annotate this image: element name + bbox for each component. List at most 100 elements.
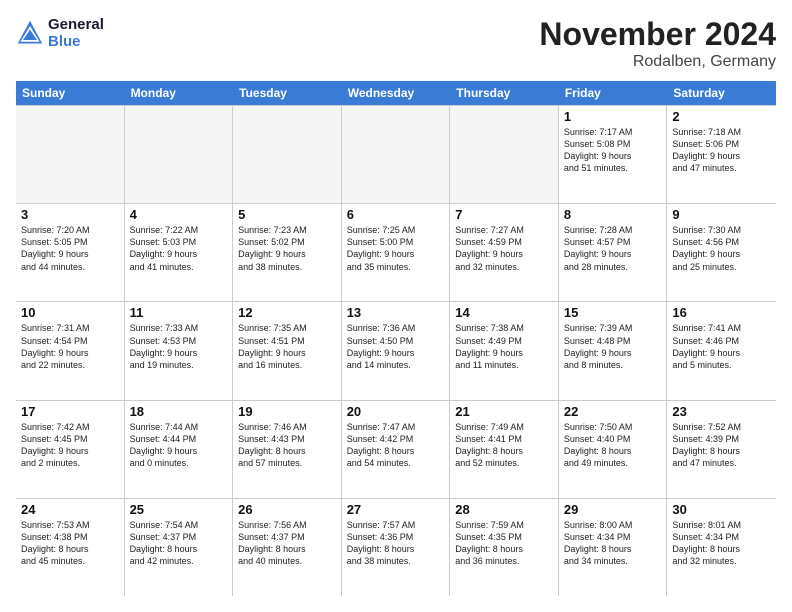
- logo-text: General Blue: [48, 16, 104, 50]
- day-number: 3: [21, 207, 119, 222]
- calendar-cell: 26Sunrise: 7:56 AM Sunset: 4:37 PM Dayli…: [233, 499, 342, 596]
- calendar-cell: 15 Sunrise: 7:39 AM Sunset: 4:48 PM Dayli…: [559, 302, 668, 399]
- calendar-cell: 7 Sunrise: 7:27 AM Sunset: 4:59 PM Daylig…: [450, 204, 559, 301]
- calendar-row: 10 Sunrise: 7:31 AM Sunset: 4:54 PM Dayli…: [16, 301, 776, 399]
- calendar-cell: 27Sunrise: 7:57 AM Sunset: 4:36 PM Dayli…: [342, 499, 451, 596]
- calendar-row: 24 Sunrise: 7:53 AM Sunset: 4:38 PM Dayli…: [16, 498, 776, 596]
- day-number: 23: [672, 404, 771, 419]
- calendar-cell: 20 Sunrise: 7:47 AM Sunset: 4:42 PM Dayli…: [342, 401, 451, 498]
- calendar-cell: 21Sunrise: 7:49 AM Sunset: 4:41 PM Dayli…: [450, 401, 559, 498]
- calendar-row: 17Sunrise: 7:42 AM Sunset: 4:45 PM Dayli…: [16, 400, 776, 498]
- weekday-header: Friday: [559, 81, 668, 105]
- month-title: November 2024: [539, 16, 776, 53]
- weekday-header: Thursday: [450, 81, 559, 105]
- header: General Blue November 2024 Rodalben, Ger…: [16, 16, 776, 71]
- day-info: Sunrise: 7:52 AM Sunset: 4:39 PM Dayligh…: [672, 421, 771, 470]
- day-number: 22: [564, 404, 662, 419]
- day-info: Sunrise: 7:36 AM Sunset: 4:50 PM Dayligh…: [347, 322, 445, 371]
- calendar-cell: 22 Sunrise: 7:50 AM Sunset: 4:40 PM Dayli…: [559, 401, 668, 498]
- calendar-cell: 4Sunrise: 7:22 AM Sunset: 5:03 PM Daylig…: [125, 204, 234, 301]
- day-number: 25: [130, 502, 228, 517]
- day-info: Sunrise: 7:50 AM Sunset: 4:40 PM Dayligh…: [564, 421, 662, 470]
- calendar-header: SundayMondayTuesdayWednesdayThursdayFrid…: [16, 81, 776, 105]
- day-number: 20: [347, 404, 445, 419]
- day-info: Sunrise: 7:39 AM Sunset: 4:48 PM Dayligh…: [564, 322, 662, 371]
- day-info: Sunrise: 8:00 AM Sunset: 4:34 PM Dayligh…: [564, 519, 662, 568]
- calendar-cell: 18Sunrise: 7:44 AM Sunset: 4:44 PM Dayli…: [125, 401, 234, 498]
- day-info: Sunrise: 7:44 AM Sunset: 4:44 PM Dayligh…: [130, 421, 228, 470]
- calendar-cell: 14Sunrise: 7:38 AM Sunset: 4:49 PM Dayli…: [450, 302, 559, 399]
- calendar-cell: 10 Sunrise: 7:31 AM Sunset: 4:54 PM Dayli…: [16, 302, 125, 399]
- calendar-cell: 6 Sunrise: 7:25 AM Sunset: 5:00 PM Daylig…: [342, 204, 451, 301]
- day-info: Sunrise: 7:35 AM Sunset: 4:51 PM Dayligh…: [238, 322, 336, 371]
- day-info: Sunrise: 7:17 AM Sunset: 5:08 PM Dayligh…: [564, 126, 662, 175]
- day-info: Sunrise: 8:01 AM Sunset: 4:34 PM Dayligh…: [672, 519, 771, 568]
- day-info: Sunrise: 7:30 AM Sunset: 4:56 PM Dayligh…: [672, 224, 771, 273]
- location: Rodalben, Germany: [539, 53, 776, 71]
- calendar-cell: 24 Sunrise: 7:53 AM Sunset: 4:38 PM Dayli…: [16, 499, 125, 596]
- weekday-header: Wednesday: [342, 81, 451, 105]
- day-info: Sunrise: 7:53 AM Sunset: 4:38 PM Dayligh…: [21, 519, 119, 568]
- day-number: 30: [672, 502, 771, 517]
- day-number: 10: [21, 305, 119, 320]
- logo: General Blue: [16, 16, 104, 50]
- calendar-cell: 12 Sunrise: 7:35 AM Sunset: 4:51 PM Dayli…: [233, 302, 342, 399]
- calendar-cell: 1 Sunrise: 7:17 AM Sunset: 5:08 PM Daylig…: [559, 106, 668, 203]
- calendar-cell: 29 Sunrise: 8:00 AM Sunset: 4:34 PM Dayli…: [559, 499, 668, 596]
- day-number: 27: [347, 502, 445, 517]
- day-info: Sunrise: 7:42 AM Sunset: 4:45 PM Dayligh…: [21, 421, 119, 470]
- day-info: Sunrise: 7:18 AM Sunset: 5:06 PM Dayligh…: [672, 126, 771, 175]
- calendar-body: 1 Sunrise: 7:17 AM Sunset: 5:08 PM Daylig…: [16, 105, 776, 596]
- weekday-header: Sunday: [16, 81, 125, 105]
- calendar-cell: 11 Sunrise: 7:33 AM Sunset: 4:53 PM Dayli…: [125, 302, 234, 399]
- calendar-cell: 16 Sunrise: 7:41 AM Sunset: 4:46 PM Dayli…: [667, 302, 776, 399]
- calendar-cell: [233, 106, 342, 203]
- calendar-cell: 17Sunrise: 7:42 AM Sunset: 4:45 PM Dayli…: [16, 401, 125, 498]
- day-number: 6: [347, 207, 445, 222]
- calendar: SundayMondayTuesdayWednesdayThursdayFrid…: [16, 81, 776, 596]
- day-number: 28: [455, 502, 553, 517]
- day-number: 15: [564, 305, 662, 320]
- day-number: 11: [130, 305, 228, 320]
- weekday-header: Tuesday: [233, 81, 342, 105]
- day-number: 12: [238, 305, 336, 320]
- day-info: Sunrise: 7:25 AM Sunset: 5:00 PM Dayligh…: [347, 224, 445, 273]
- calendar-cell: [450, 106, 559, 203]
- calendar-cell: 25 Sunrise: 7:54 AM Sunset: 4:37 PM Dayli…: [125, 499, 234, 596]
- title-block: November 2024 Rodalben, Germany: [539, 16, 776, 71]
- weekday-header: Monday: [125, 81, 234, 105]
- day-number: 4: [130, 207, 228, 222]
- day-info: Sunrise: 7:54 AM Sunset: 4:37 PM Dayligh…: [130, 519, 228, 568]
- calendar-row: 1 Sunrise: 7:17 AM Sunset: 5:08 PM Daylig…: [16, 105, 776, 203]
- day-number: 29: [564, 502, 662, 517]
- calendar-cell: [125, 106, 234, 203]
- day-info: Sunrise: 7:27 AM Sunset: 4:59 PM Dayligh…: [455, 224, 553, 273]
- day-number: 16: [672, 305, 771, 320]
- day-info: Sunrise: 7:47 AM Sunset: 4:42 PM Dayligh…: [347, 421, 445, 470]
- day-number: 19: [238, 404, 336, 419]
- day-info: Sunrise: 7:41 AM Sunset: 4:46 PM Dayligh…: [672, 322, 771, 371]
- day-number: 26: [238, 502, 336, 517]
- day-number: 24: [21, 502, 119, 517]
- day-number: 2: [672, 109, 771, 124]
- day-number: 5: [238, 207, 336, 222]
- day-info: Sunrise: 7:31 AM Sunset: 4:54 PM Dayligh…: [21, 322, 119, 371]
- day-info: Sunrise: 7:33 AM Sunset: 4:53 PM Dayligh…: [130, 322, 228, 371]
- day-info: Sunrise: 7:46 AM Sunset: 4:43 PM Dayligh…: [238, 421, 336, 470]
- calendar-cell: 13 Sunrise: 7:36 AM Sunset: 4:50 PM Dayli…: [342, 302, 451, 399]
- day-number: 7: [455, 207, 553, 222]
- day-number: 8: [564, 207, 662, 222]
- day-number: 1: [564, 109, 662, 124]
- calendar-cell: 8Sunrise: 7:28 AM Sunset: 4:57 PM Daylig…: [559, 204, 668, 301]
- calendar-row: 3 Sunrise: 7:20 AM Sunset: 5:05 PM Daylig…: [16, 203, 776, 301]
- day-info: Sunrise: 7:20 AM Sunset: 5:05 PM Dayligh…: [21, 224, 119, 273]
- day-info: Sunrise: 7:23 AM Sunset: 5:02 PM Dayligh…: [238, 224, 336, 273]
- day-number: 9: [672, 207, 771, 222]
- day-info: Sunrise: 7:49 AM Sunset: 4:41 PM Dayligh…: [455, 421, 553, 470]
- day-number: 14: [455, 305, 553, 320]
- calendar-cell: 2 Sunrise: 7:18 AM Sunset: 5:06 PM Daylig…: [667, 106, 776, 203]
- day-number: 13: [347, 305, 445, 320]
- page: General Blue November 2024 Rodalben, Ger…: [0, 0, 792, 612]
- calendar-cell: [342, 106, 451, 203]
- day-info: Sunrise: 7:59 AM Sunset: 4:35 PM Dayligh…: [455, 519, 553, 568]
